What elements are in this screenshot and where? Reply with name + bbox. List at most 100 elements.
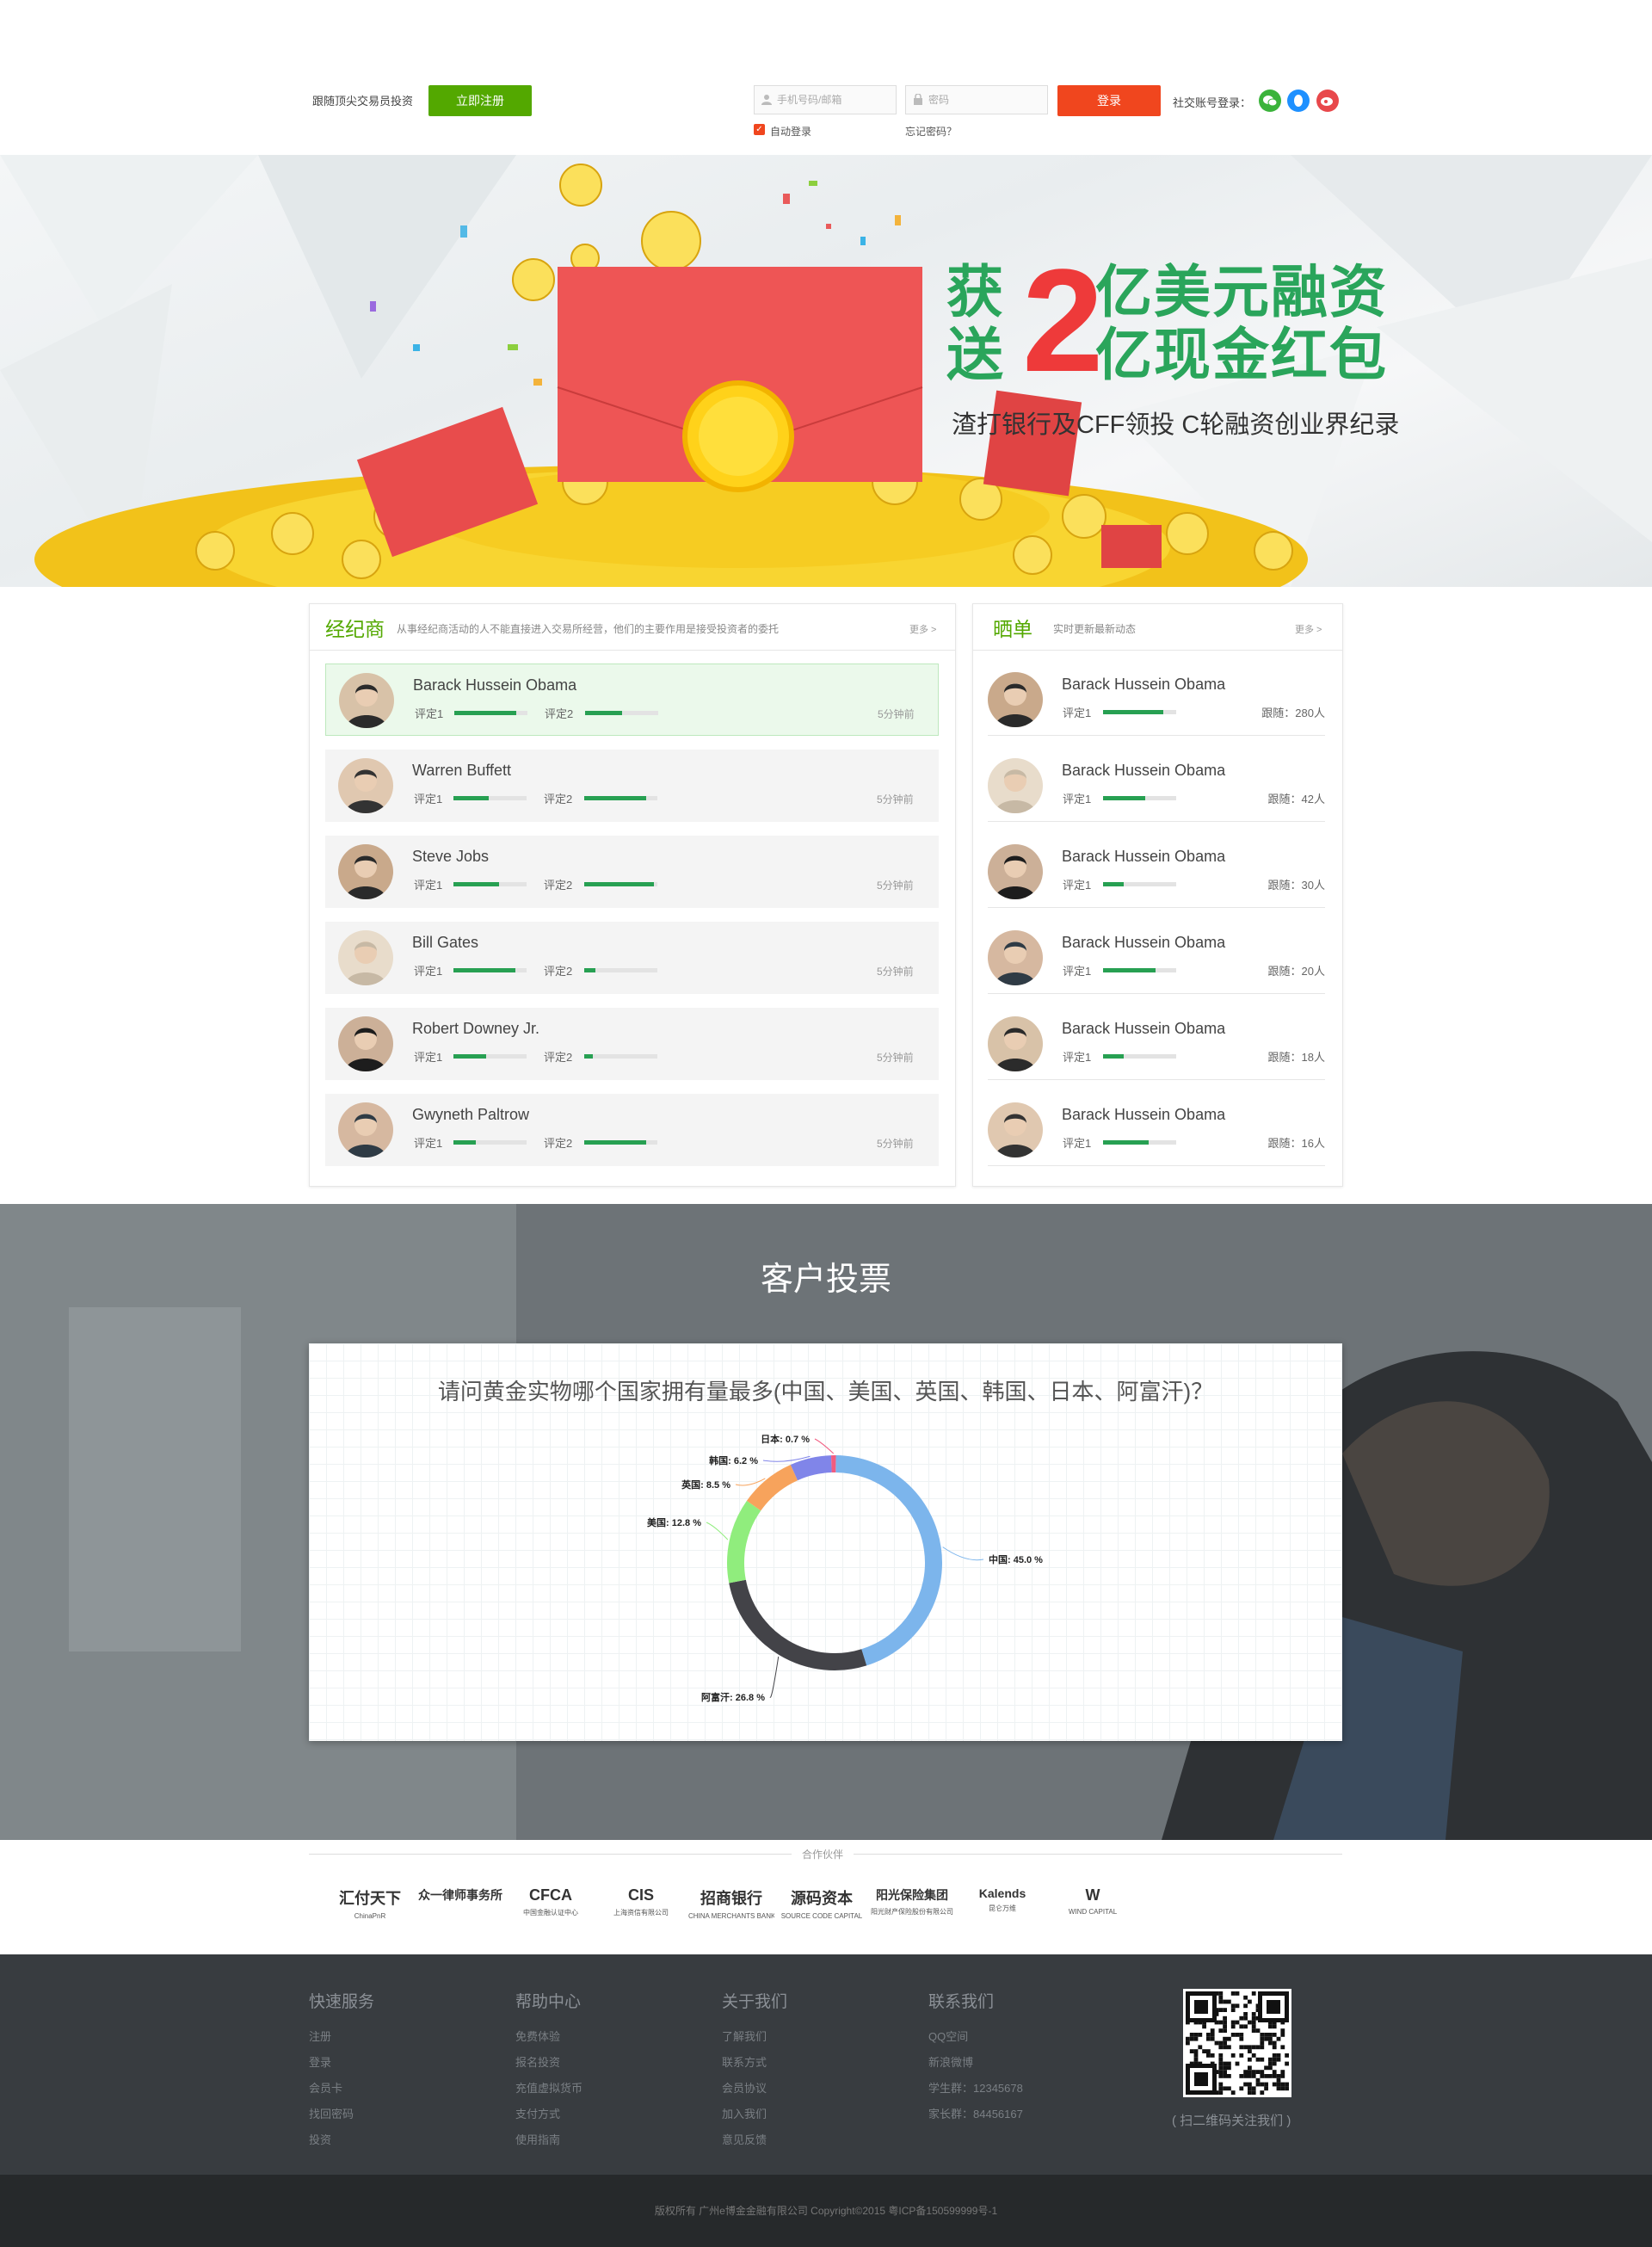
footer-link[interactable]: 联系方式 (722, 2053, 767, 2070)
footer-link[interactable]: 找回密码 (309, 2105, 354, 2121)
avatar (338, 1016, 393, 1071)
donut-slice[interactable] (729, 1579, 867, 1670)
partner-logo[interactable]: 汇付天下 ChinaPnR (327, 1876, 413, 1936)
partner-logo[interactable]: 招商银行 CHINA MERCHANTS BANK (688, 1876, 774, 1936)
partner-logo[interactable]: 众一律师事务所 (417, 1876, 503, 1936)
donut-slice[interactable] (835, 1455, 942, 1666)
vote-donut-chart: 中国: 45.0 % 阿富汗: 26.8 % 美国: 12.8 % 英国: 8.5 %… (647, 1433, 1043, 1703)
showcase-more-link[interactable]: 更多 > (1295, 622, 1322, 636)
banner-illustration (0, 155, 1652, 587)
auto-login-checkbox[interactable]: ✓ (754, 124, 765, 135)
brokers-more-link[interactable]: 更多 > (909, 622, 936, 636)
showcase-row[interactable]: Barack Hussein Obama 评定1 跟随：280人 (988, 664, 1325, 736)
footer-link[interactable]: 支付方式 (515, 2105, 560, 2121)
weibo-icon[interactable] (1316, 90, 1339, 112)
rating1-bar (453, 1054, 527, 1059)
broker-row[interactable]: Bill Gates 评定1 评定2 5分钟前 (325, 922, 939, 994)
footer-link[interactable]: 报名投资 (515, 2053, 560, 2070)
donut-slice[interactable] (746, 1464, 798, 1511)
login-button[interactable]: 登录 (1057, 85, 1161, 116)
qq-icon[interactable] (1287, 90, 1310, 112)
showcase-row[interactable]: Barack Hussein Obama 评定1 跟随：42人 (988, 750, 1325, 822)
label-connector (814, 1438, 835, 1454)
broker-time: 5分钟前 (877, 1052, 914, 1064)
broker-name: Barack Hussein Obama (413, 676, 577, 694)
rating1-label: 评定1 (414, 1051, 443, 1064)
rating2-bar (585, 711, 658, 715)
partner-logo-name: W (1085, 1886, 1100, 1904)
avatar (988, 758, 1043, 813)
footer-link[interactable]: 意见反馈 (722, 2131, 767, 2147)
broker-name: Steve Jobs (412, 848, 490, 865)
showcase-row[interactable]: Barack Hussein Obama 评定1 跟随：20人 (988, 922, 1325, 994)
broker-row[interactable]: Gwyneth Paltrow 评定1 评定2 5分钟前 (325, 1094, 939, 1166)
showcase-description: 实时更新最新动态 (1053, 623, 1137, 635)
partner-logo[interactable]: CFCA 中国金融认证中心 (508, 1876, 594, 1936)
forgot-password-link[interactable]: 忘记密码？ (905, 124, 957, 139)
showcase-title: 晒单 (993, 618, 1032, 640)
avatar (338, 758, 393, 813)
broker-row[interactable]: Warren Buffett 评定1 评定2 5分钟前 (325, 750, 939, 822)
footer-link[interactable]: 注册 (309, 2028, 331, 2044)
trader-name: Barack Hussein Obama (1062, 1020, 1226, 1037)
footer-link[interactable]: 家长群：84456167 (928, 2105, 1023, 2121)
avatar (339, 673, 394, 728)
footer-link[interactable]: 学生群：12345678 (928, 2079, 1023, 2096)
footer-link[interactable]: 免费体验 (515, 2028, 560, 2044)
partner-logo-sub: 上海资信有限公司 (613, 1909, 669, 1917)
slice-label: 英国: 8.5 % (681, 1478, 730, 1491)
label-connector (942, 1546, 984, 1561)
rating2-label: 评定2 (544, 1137, 573, 1150)
register-button[interactable]: 立即注册 (428, 85, 532, 116)
rating1-label: 评定1 (1063, 707, 1092, 719)
footer-link[interactable]: 了解我们 (722, 2028, 767, 2044)
broker-row[interactable]: Steve Jobs 评定1 评定2 5分钟前 (325, 836, 939, 908)
partner-logo[interactable]: CIS 上海资信有限公司 (598, 1876, 684, 1936)
rating1-label: 评定1 (1063, 1137, 1092, 1150)
partner-logo[interactable]: Kalends 昆仑万维 (959, 1876, 1045, 1936)
broker-time: 5分钟前 (878, 708, 915, 720)
copyright-text: 版权所有 广州e博金金融有限公司 Copyright©2015 粤ICP备150… (654, 2205, 998, 2217)
footer-link[interactable]: 登录 (309, 2053, 331, 2070)
broker-row[interactable]: Robert Downey Jr. 评定1 评定2 5分钟前 (325, 1008, 939, 1080)
partner-logo[interactable]: 阳光保险集团 阳光财产保险股份有限公司 (869, 1876, 955, 1936)
partner-logo-sub: WIND CAPITAL (1068, 1908, 1118, 1916)
phone-email-input[interactable]: 手机号码/邮箱 (754, 85, 897, 114)
footer-heading: 帮助中心 (515, 1993, 582, 2011)
partner-logo-name: 源码资本 (791, 1890, 853, 1907)
broker-name: Robert Downey Jr. (412, 1020, 540, 1037)
promo-banner[interactable]: 获亿美元融资 送亿现金红包 2 渣打银行及CFF领投 C轮融资创业界纪录 (0, 155, 1652, 587)
broker-time: 5分钟前 (877, 966, 914, 978)
showcase-row[interactable]: Barack Hussein Obama 评定1 跟随：18人 (988, 1008, 1325, 1080)
footer-link[interactable]: 会员协议 (722, 2079, 767, 2096)
partner-logo[interactable]: W WIND CAPITAL (1050, 1876, 1136, 1936)
footer-link[interactable]: QQ空间 (928, 2028, 968, 2044)
wechat-icon[interactable] (1259, 90, 1281, 112)
partner-logo-sub: SOURCE CODE CAPITAL (780, 1912, 863, 1920)
rating1-bar (453, 1140, 527, 1145)
trader-name: Barack Hussein Obama (1062, 1106, 1226, 1123)
donut-slice[interactable] (790, 1455, 832, 1481)
footer-link[interactable]: 充值虚拟货币 (515, 2079, 583, 2096)
showcase-row[interactable]: Barack Hussein Obama 评定1 跟随：16人 (988, 1094, 1325, 1166)
donut-slice[interactable] (727, 1500, 761, 1583)
partner-logo[interactable]: 源码资本 SOURCE CODE CAPITAL (779, 1876, 865, 1936)
footer-link[interactable]: 新浪微博 (928, 2053, 973, 2070)
rating1-bar (453, 882, 527, 886)
partner-logo-name: CIS (627, 1886, 654, 1904)
partner-logo-name: 招商银行 (700, 1890, 762, 1907)
broker-name: Warren Buffett (412, 762, 512, 779)
avatar (338, 1102, 393, 1157)
footer-heading: 快速服务 (309, 1993, 375, 2011)
footer-link[interactable]: 使用指南 (515, 2131, 560, 2147)
footer-link[interactable]: 加入我们 (722, 2105, 767, 2121)
avatar (338, 930, 393, 985)
password-input[interactable]: 密码 (905, 85, 1048, 114)
footer-link[interactable]: 投资 (309, 2131, 331, 2147)
footer-link[interactable]: 会员卡 (309, 2079, 342, 2096)
broker-row[interactable]: Barack Hussein Obama 评定1 评定2 5分钟前 (325, 664, 939, 736)
copyright-bar: 版权所有 广州e博金金融有限公司 Copyright©2015 粤ICP备150… (0, 2175, 1652, 2247)
trader-name: Barack Hussein Obama (1062, 934, 1226, 951)
rating1-label: 评定1 (415, 707, 444, 720)
showcase-row[interactable]: Barack Hussein Obama 评定1 跟随：30人 (988, 836, 1325, 908)
